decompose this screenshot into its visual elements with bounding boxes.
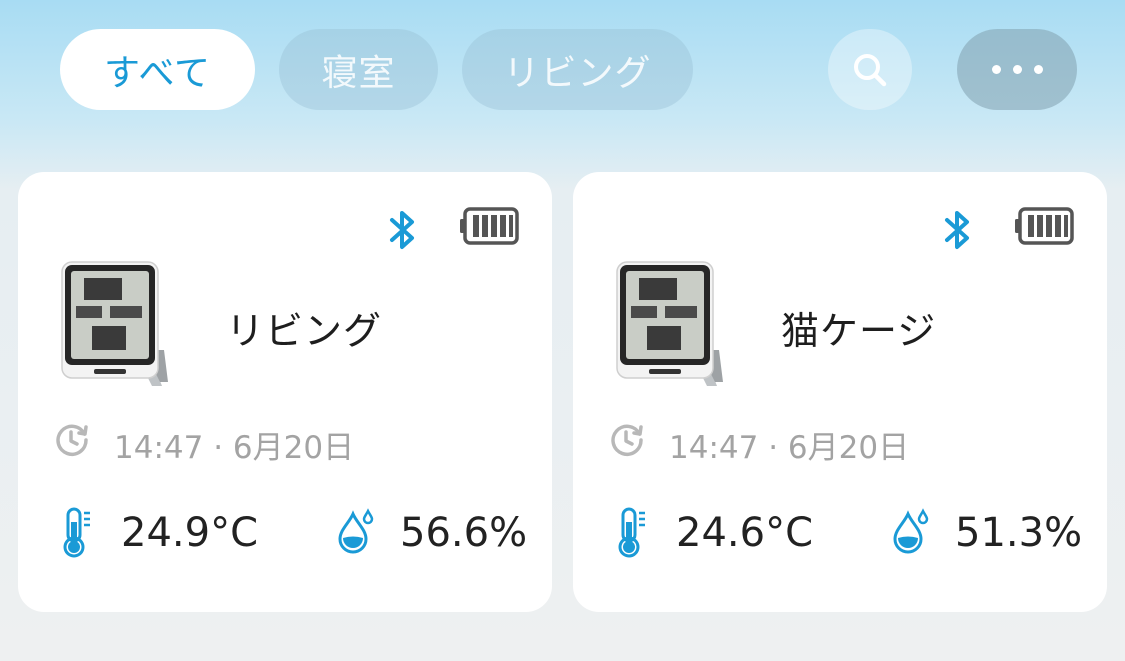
tab-bedroom[interactable]: 寝室 xyxy=(279,29,438,110)
battery-full-icon xyxy=(1015,207,1074,245)
search-button[interactable] xyxy=(828,29,912,110)
search-icon xyxy=(854,53,887,86)
tab-living-room[interactable]: リビング xyxy=(462,29,693,110)
tab-all[interactable]: すべて xyxy=(60,29,255,110)
bluetooth-icon xyxy=(390,211,414,249)
humidity-value: 56.6% xyxy=(400,510,528,556)
humidity-value: 51.3% xyxy=(955,510,1083,556)
thermometer-icon xyxy=(63,507,90,558)
history-clock-icon xyxy=(611,424,643,457)
device-name: 猫ケージ xyxy=(781,309,937,353)
more-dots-icon xyxy=(991,65,1043,74)
thermo-hygrometer-image xyxy=(616,261,723,386)
thermometer-icon xyxy=(618,507,645,558)
device-card[interactable]: リビング 14:47 · 6月20日 24.9°C 56.6% xyxy=(18,172,552,612)
more-options-button[interactable] xyxy=(957,29,1077,110)
device-name: リビング xyxy=(226,309,383,353)
filter-bar: すべて 寝室 リビング xyxy=(0,0,1125,140)
temperature-value: 24.6°C xyxy=(676,510,813,556)
battery-full-icon xyxy=(460,207,519,245)
temperature-value: 24.9°C xyxy=(121,510,258,556)
device-card[interactable]: 猫ケージ 14:47 · 6月20日 24.6°C 51.3% xyxy=(573,172,1107,612)
history-clock-icon xyxy=(56,424,88,457)
bluetooth-icon xyxy=(945,211,969,249)
thermo-hygrometer-image xyxy=(61,261,168,386)
humidity-drop-icon xyxy=(338,508,374,554)
last-update-time: 14:47 · 6月20日 xyxy=(114,430,355,466)
humidity-drop-icon xyxy=(893,508,929,554)
last-update-time: 14:47 · 6月20日 xyxy=(669,430,910,466)
